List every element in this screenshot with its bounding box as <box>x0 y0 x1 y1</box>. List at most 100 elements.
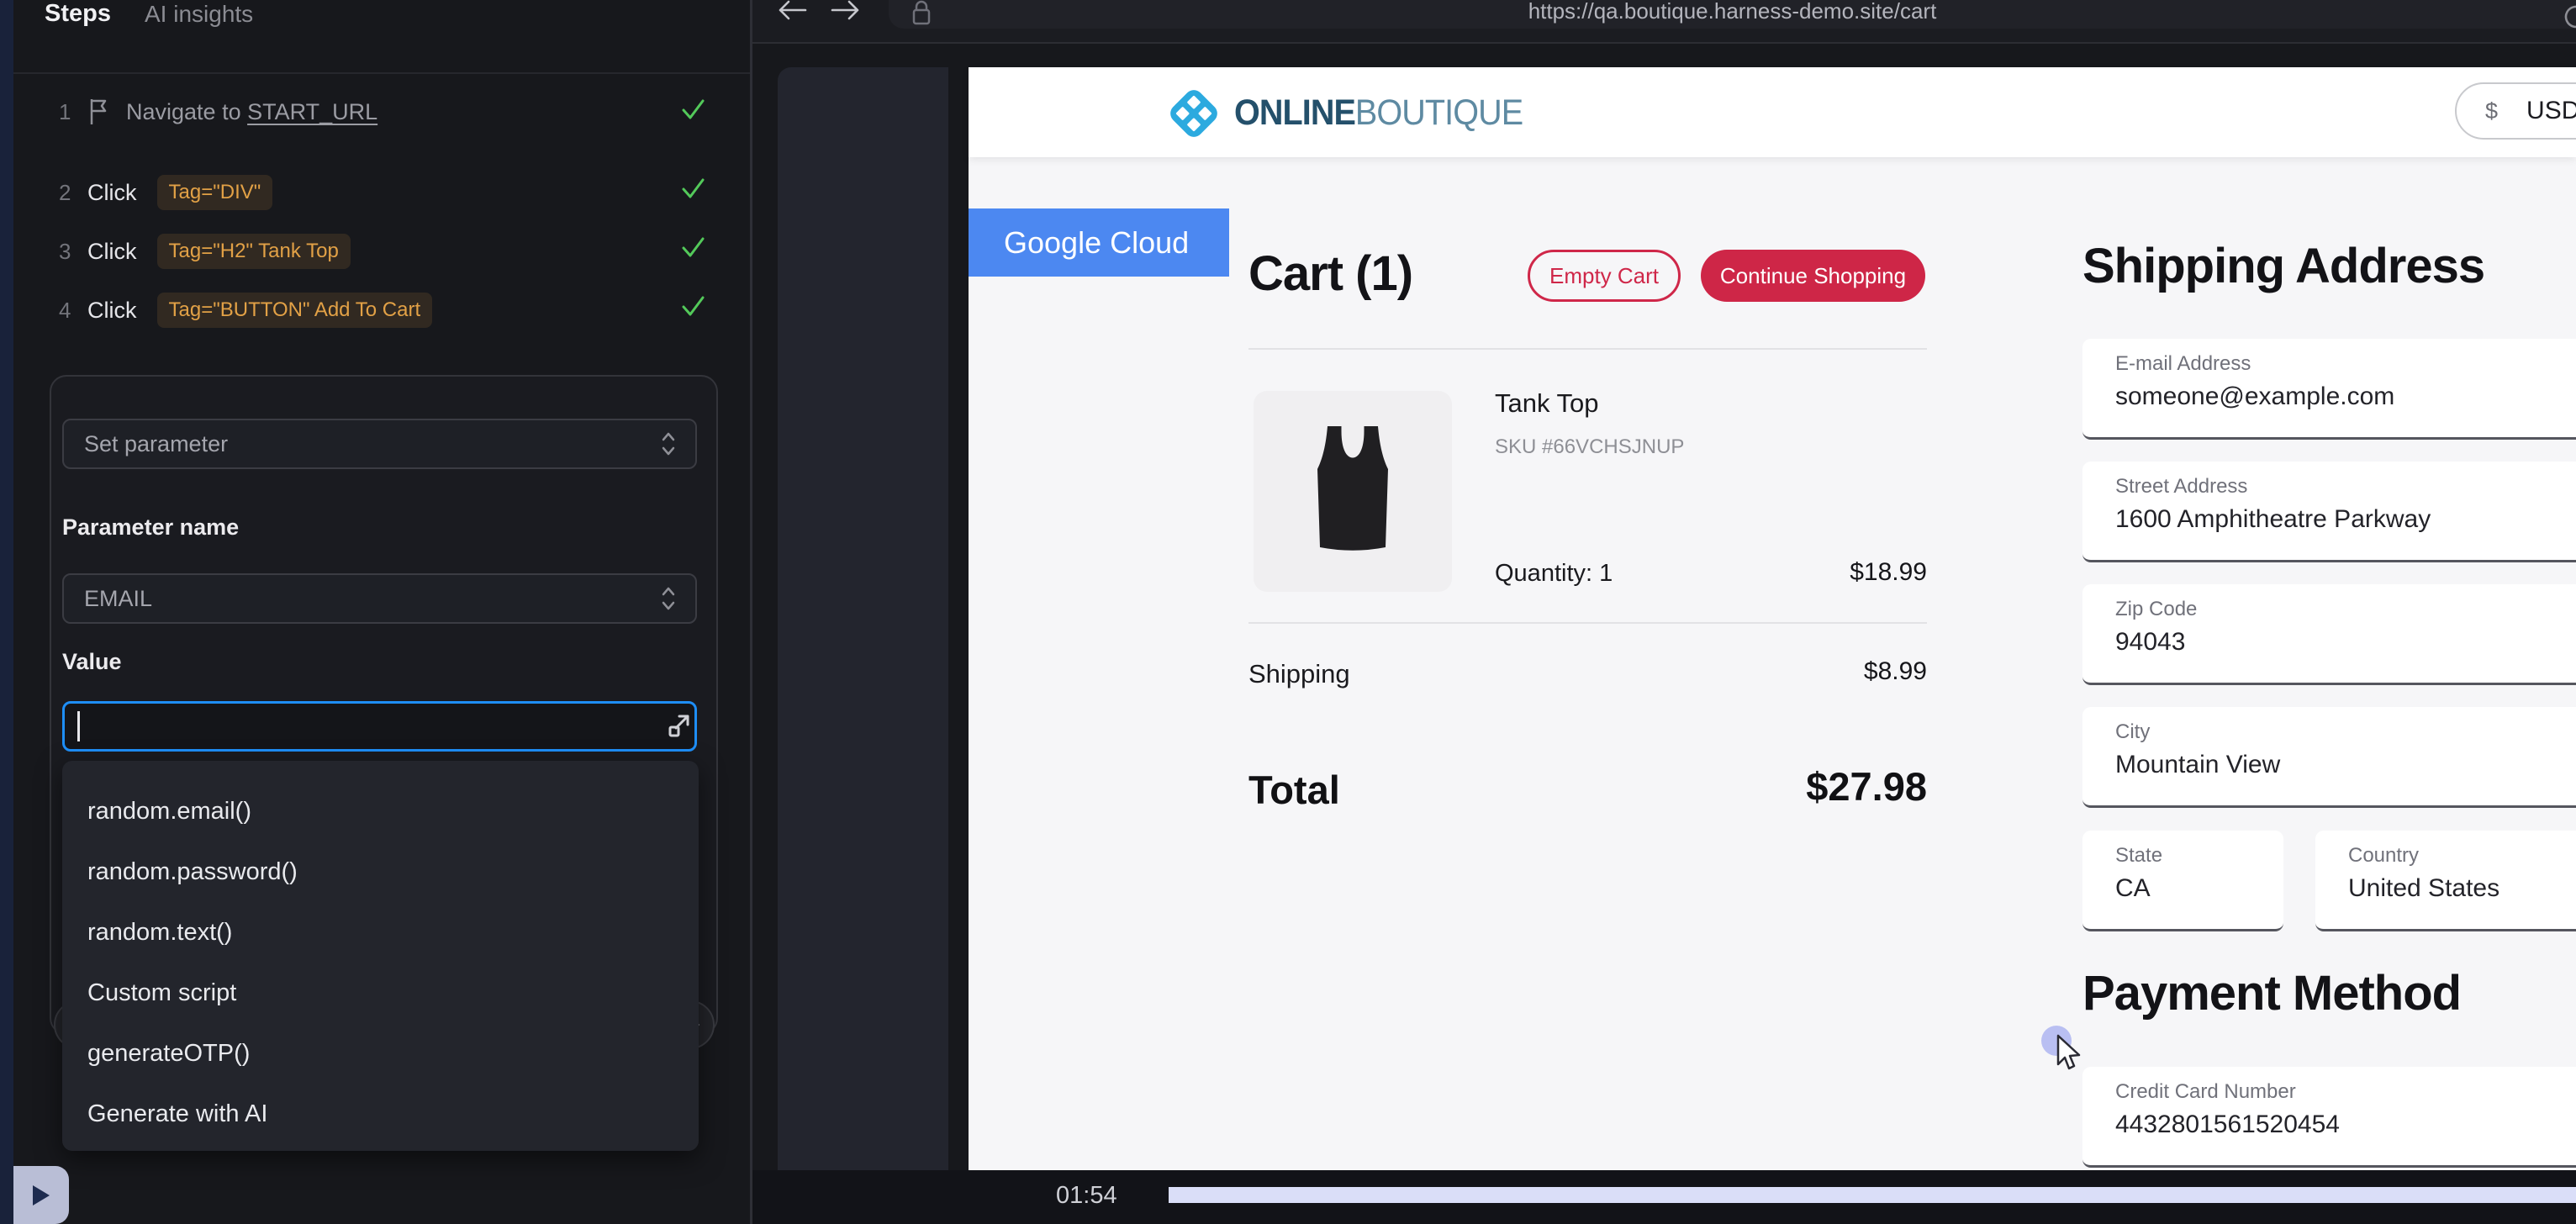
dropdown-item-generate-with-ai[interactable]: Generate with AI <box>62 1084 699 1144</box>
state-field[interactable]: State CA <box>2082 831 2283 931</box>
country-field[interactable]: Country United States <box>2315 831 2576 931</box>
item-name: Tank Top <box>1495 388 1599 419</box>
credit-card-label: Credit Card Number <box>2115 1080 2296 1104</box>
unfold-icon <box>662 585 675 612</box>
cart-title: Cart (1) <box>1248 245 1412 302</box>
credit-card-value: 4432801561520454 <box>2115 1111 2340 1139</box>
action-select-value: Set parameter <box>84 431 228 457</box>
google-cloud-banner: Google Cloud <box>969 208 1229 277</box>
credit-card-field[interactable]: Credit Card Number 4432801561520454 <box>2082 1067 2576 1168</box>
step-target-chip: Tag="H2" Tank Top <box>157 234 351 269</box>
zip-field-value: 94043 <box>2115 628 2185 657</box>
value-input[interactable] <box>62 701 697 752</box>
parameter-name-label: Parameter name <box>62 514 239 541</box>
step-number: 3 <box>59 239 87 265</box>
city-field-value: Mountain View <box>2115 751 2280 779</box>
payment-method-title: Payment Method <box>2082 965 2461 1021</box>
step-row-1[interactable]: 1 Navigate to START_URL <box>59 92 723 131</box>
action-select[interactable]: Set parameter <box>62 419 697 469</box>
step-row-2[interactable]: 2 Click Tag="DIV" <box>59 173 723 212</box>
step-row-4[interactable]: 4 Click Tag="BUTTON" Add To Cart <box>59 291 723 330</box>
forward-icon[interactable] <box>827 0 864 26</box>
street-field[interactable]: Street Address 1600 Amphitheatre Parkway <box>2082 462 2576 562</box>
street-field-label: Street Address <box>2115 475 2247 499</box>
shop-logo-text[interactable]: ONLINEBOUTIQUE <box>1234 92 1523 134</box>
email-field-value: someone@example.com <box>2115 382 2394 411</box>
step-3-check-icon <box>678 232 708 262</box>
step-row-3[interactable]: 3 Click Tag="H2" Tank Top <box>59 232 723 271</box>
unfold-icon <box>662 430 675 457</box>
playback-progress-bar[interactable] <box>1169 1187 2576 1203</box>
shipping-row-label: Shipping <box>1248 659 1350 689</box>
step-4-check-icon <box>678 291 708 321</box>
dropdown-item-custom-script[interactable]: Custom script <box>62 963 699 1023</box>
playback-time: 01:54 <box>1056 1182 1117 1210</box>
dropdown-item-random-password[interactable]: random.password() <box>62 842 699 902</box>
dropdown-item-random-email[interactable]: random.email() <box>62 781 699 842</box>
step-number: 1 <box>59 99 87 125</box>
city-field[interactable]: City Mountain View <box>2082 707 2576 808</box>
total-label: Total <box>1248 767 1340 813</box>
play-icon <box>31 1184 51 1207</box>
flag-icon <box>87 98 109 126</box>
start-url-link: START_URL <box>247 99 377 124</box>
step-target-chip: Tag="BUTTON" Add To Cart <box>157 293 433 328</box>
step-action: Click <box>87 239 137 265</box>
app-window: Steps AI insights 1 Navigate to START_UR… <box>0 0 2576 1224</box>
chrome-divider <box>752 42 2576 44</box>
shipping-row-price: $8.99 <box>1759 657 1927 686</box>
empty-cart-button[interactable]: Empty Cart <box>1528 250 1681 302</box>
country-field-label: Country <box>2348 844 2419 868</box>
step-2-check-icon <box>678 173 708 203</box>
left-edge-rail <box>0 0 13 1224</box>
currency-selector[interactable]: $ USD <box>2455 82 2576 140</box>
currency-code: USD <box>2526 97 2576 125</box>
item-quantity: Quantity: 1 <box>1495 560 1613 588</box>
url-text[interactable]: https://qa.boutique.harness-demo.site/ca… <box>889 0 2576 24</box>
step-1-check-icon <box>678 94 708 124</box>
reload-icon[interactable] <box>2561 2 2576 36</box>
step-label: Navigate to START_URL <box>126 99 377 125</box>
panel-divider <box>750 0 752 1224</box>
street-field-value: 1600 Amphitheatre Parkway <box>2115 505 2431 534</box>
page-accent-stripe <box>948 67 969 1170</box>
step-action: Click <box>87 180 137 206</box>
step-number: 4 <box>59 298 87 324</box>
product-image-tank-top <box>1254 391 1452 592</box>
item-price: $18.99 <box>1759 558 1927 587</box>
dropdown-item-random-text[interactable]: random.text() <box>62 902 699 963</box>
shop-logo-icon[interactable] <box>1163 82 1225 149</box>
parameter-name-select[interactable]: EMAIL <box>62 573 697 624</box>
zip-field[interactable]: Zip Code 94043 <box>2082 584 2576 685</box>
cart-divider <box>1248 348 1927 350</box>
step-target-chip: Tag="DIV" <box>157 175 273 210</box>
text-caret <box>77 711 80 741</box>
city-field-label: City <box>2115 720 2150 744</box>
email-field[interactable]: E-mail Address someone@example.com <box>2082 339 2576 440</box>
dropdown-item-generate-otp[interactable]: generateOTP() <box>62 1023 699 1084</box>
dollar-icon: $ <box>2485 98 2498 124</box>
state-field-label: State <box>2115 844 2162 868</box>
total-price: $27.98 <box>1675 763 1927 810</box>
value-suggestions-dropdown: random.email() random.password() random.… <box>62 761 699 1151</box>
step-number: 2 <box>59 180 87 206</box>
cart-divider <box>1248 622 1927 624</box>
expand-icon[interactable] <box>664 711 694 746</box>
play-button[interactable] <box>13 1166 69 1224</box>
tab-steps[interactable]: Steps <box>45 0 111 28</box>
back-icon[interactable] <box>773 0 810 26</box>
country-field-value: United States <box>2348 874 2499 903</box>
tabs-divider <box>13 72 750 74</box>
shipping-address-title: Shipping Address <box>2082 238 2484 294</box>
continue-shopping-button[interactable]: Continue Shopping <box>1701 250 1925 302</box>
step-action: Click <box>87 298 137 324</box>
cursor-icon <box>2038 1024 2097 1087</box>
viewport-gutter <box>778 67 948 1170</box>
item-sku: SKU #66VCHSJNUP <box>1495 435 1684 459</box>
email-field-label: E-mail Address <box>2115 352 2251 376</box>
state-field-value: CA <box>2115 874 2151 903</box>
value-label: Value <box>62 649 122 675</box>
zip-field-label: Zip Code <box>2115 598 2197 621</box>
tab-ai-insights[interactable]: AI insights <box>145 1 253 28</box>
parameter-name-value: EMAIL <box>84 586 152 612</box>
